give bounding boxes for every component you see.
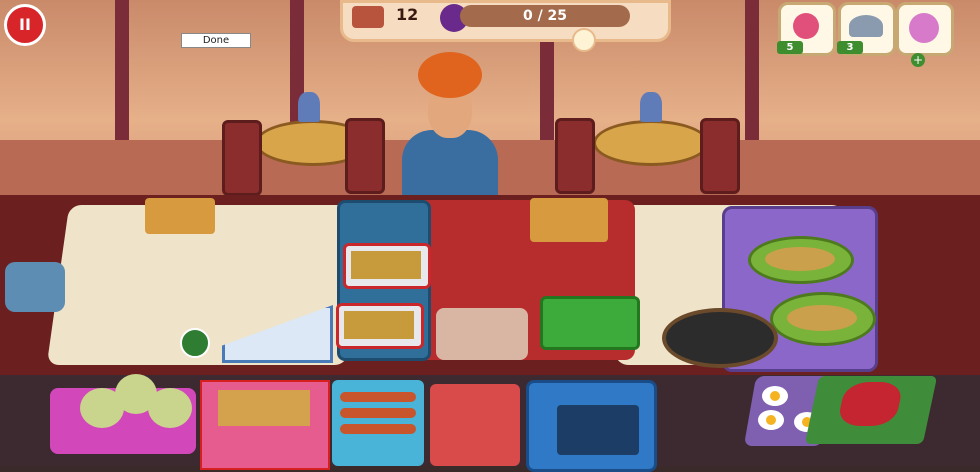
sausage	[340, 424, 416, 434]
add-booster-button[interactable]: +	[911, 53, 925, 67]
cloche-icon	[849, 15, 883, 37]
lettuce-tray[interactable]	[530, 198, 608, 242]
onion-tray[interactable]	[145, 198, 215, 234]
melon[interactable]	[148, 388, 192, 428]
booster-count: 3	[837, 41, 863, 54]
chair	[555, 118, 595, 194]
ice-cream-booster-button[interactable]: +	[896, 2, 954, 67]
baking-dish-2[interactable]	[336, 303, 424, 349]
hotdog-bin[interactable]	[430, 384, 520, 466]
dish-oil	[351, 251, 421, 279]
pan-oil	[765, 247, 835, 271]
cutting-board[interactable]	[436, 308, 528, 360]
towel[interactable]	[5, 262, 65, 312]
customers-icon	[352, 6, 384, 28]
chair	[700, 118, 740, 194]
progress-bar: 0 / 25	[460, 5, 630, 27]
fryer-oil	[218, 390, 310, 426]
frying-pan-1[interactable]	[748, 236, 854, 284]
oven[interactable]	[526, 380, 657, 472]
pause-button[interactable]: II	[4, 4, 46, 46]
sausage	[340, 408, 416, 418]
candy-booster-button[interactable]: 5	[777, 2, 836, 56]
customer-shirt[interactable]	[402, 130, 498, 202]
chair	[222, 120, 262, 196]
oven-window	[557, 405, 639, 455]
chair	[345, 118, 385, 194]
frying-pan-2[interactable]	[770, 292, 876, 346]
table-lamp	[640, 92, 662, 122]
cloche-booster-button[interactable]: 3	[837, 2, 896, 56]
sizzling-plate[interactable]	[662, 308, 778, 368]
egg[interactable]	[762, 386, 788, 406]
sausage-bin[interactable]	[332, 380, 424, 466]
green-tray[interactable]	[540, 296, 640, 350]
booster-count: 5	[777, 41, 803, 54]
table-lamp	[298, 92, 320, 122]
ice-cream-icon	[909, 13, 939, 43]
candy-icon	[793, 13, 819, 39]
customers-count: 12	[396, 5, 419, 24]
dish-oil	[344, 311, 414, 339]
dining-table-right	[593, 120, 709, 166]
fryer-selected[interactable]	[200, 380, 330, 470]
egg[interactable]	[758, 410, 784, 430]
yolk	[770, 391, 780, 401]
yolk	[766, 415, 776, 425]
customer-turban	[418, 52, 482, 98]
raw-meat	[836, 382, 904, 426]
pan-oil	[787, 305, 857, 331]
sausage	[340, 392, 416, 402]
baking-dish-1[interactable]	[343, 243, 431, 289]
progress-star-slot	[572, 28, 596, 52]
progress-text: 0 / 25	[522, 8, 568, 24]
done-label[interactable]: Done	[181, 33, 251, 48]
meat-board[interactable]	[804, 376, 938, 444]
timer-icon	[180, 328, 210, 358]
